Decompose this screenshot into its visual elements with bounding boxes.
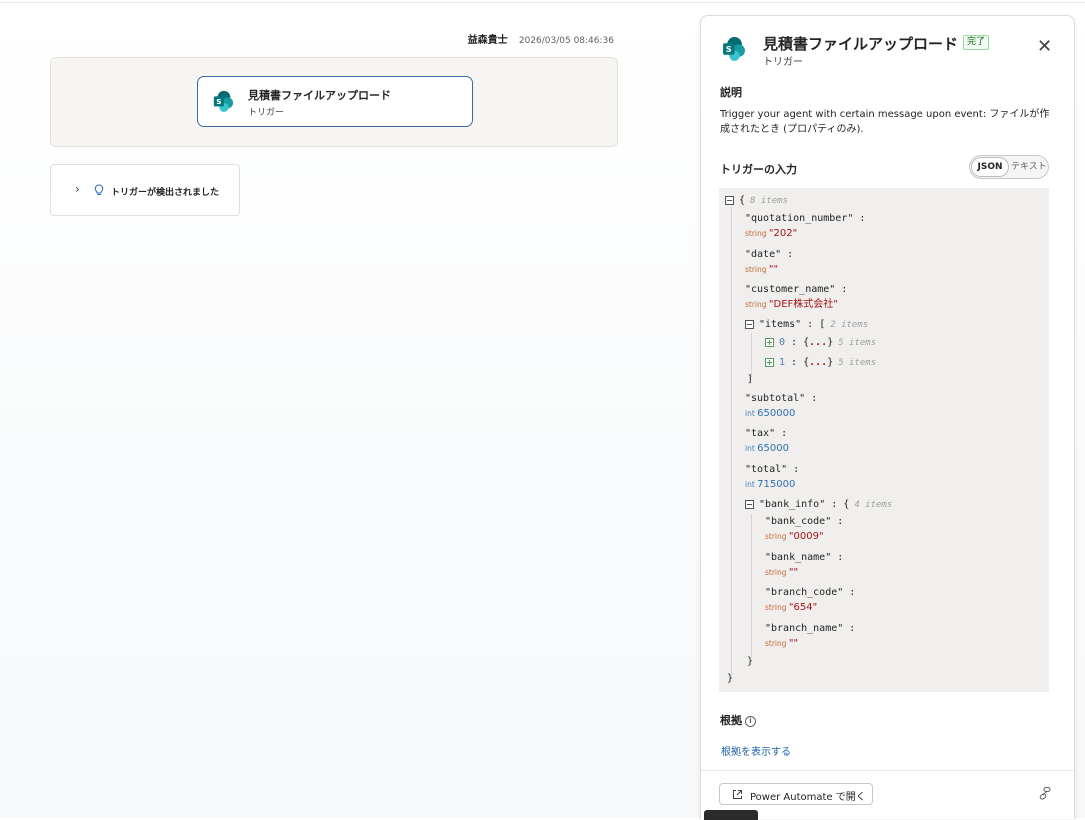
json-array-line: "items" : [2 items xyxy=(745,318,868,332)
json-value-line: int 65000 xyxy=(745,443,789,454)
top-divider xyxy=(0,2,1085,3)
tree-guide-line xyxy=(751,514,752,658)
trigger-detected-row[interactable]: › トリガーが検出されました xyxy=(50,164,240,216)
json-value-line: string "0009" xyxy=(765,531,824,542)
message-user: 益森貴士 xyxy=(467,35,508,46)
json-viewer: {8 items "quotation_number" : string "20… xyxy=(719,188,1049,692)
trigger-card[interactable]: S 見積書ファイルアップロード トリガー xyxy=(197,76,473,127)
trigger-card-title: 見積書ファイルアップロード xyxy=(248,89,391,102)
json-value-line: string "" xyxy=(745,264,779,275)
json-key: "customer_name" : xyxy=(745,284,848,295)
external-link-icon xyxy=(733,790,742,799)
json-value-line: string "" xyxy=(765,638,799,649)
json-key: "total" : xyxy=(745,464,800,475)
json-value-line: int 650000 xyxy=(745,408,796,419)
json-array-item: 0 : {...} 5 items xyxy=(765,336,876,350)
show-basis-link[interactable]: 根拠を表示する xyxy=(721,743,791,758)
collapse-icon[interactable] xyxy=(745,499,754,509)
close-icon[interactable]: ✕ xyxy=(1037,38,1052,56)
json-key: "bank_name" : xyxy=(765,552,844,563)
panel-title: 見積書ファイルアップロード xyxy=(763,35,959,53)
sharepoint-icon: S xyxy=(723,37,745,61)
expand-icon[interactable] xyxy=(765,337,774,347)
json-value-line: int 715000 xyxy=(745,479,796,490)
json-root-line: {8 items xyxy=(725,194,788,208)
message-bubble: S 見積書ファイルアップロード トリガー xyxy=(50,57,618,147)
description-heading: 説明 xyxy=(720,86,742,99)
open-power-automate-label: Power Automate で開く xyxy=(750,792,866,803)
copy-link-icon[interactable] xyxy=(1038,786,1052,800)
json-bracket: } xyxy=(727,673,734,684)
tooltip-stub xyxy=(704,810,758,820)
tree-guide-line xyxy=(731,207,732,675)
sharepoint-icon: S xyxy=(213,90,234,112)
status-badge: 完了 xyxy=(963,35,990,50)
panel-subtitle: トリガー xyxy=(763,57,803,68)
json-key: "tax" : xyxy=(745,428,788,439)
json-key: "bank_code" : xyxy=(765,516,844,527)
info-icon[interactable]: i xyxy=(745,716,756,727)
expand-icon[interactable] xyxy=(765,357,774,367)
collapse-icon[interactable] xyxy=(745,319,754,329)
json-object-line: "bank_info" : {4 items xyxy=(745,498,892,512)
json-key: "branch_name" : xyxy=(765,623,856,634)
collapse-icon[interactable] xyxy=(725,195,734,205)
json-key: "quotation_number" : xyxy=(745,213,866,224)
svg-text:S: S xyxy=(726,44,732,54)
trigger-detected-label: トリガーが検出されました xyxy=(111,188,220,198)
format-toggle: JSON テキスト xyxy=(969,155,1049,179)
svg-text:S: S xyxy=(216,97,221,106)
tree-guide-line xyxy=(751,333,752,377)
lightbulb-icon xyxy=(94,184,104,195)
trigger-details-panel: S 見積書ファイルアップロード 完了 トリガー ✕ 説明 Trigger you… xyxy=(700,15,1075,819)
message-meta: 益森貴士 2026/03/05 08:46:36 xyxy=(468,31,614,46)
trigger-card-subtitle: トリガー xyxy=(248,108,285,118)
json-toggle-option[interactable]: JSON xyxy=(971,157,1009,177)
inputs-heading: トリガーの入力 xyxy=(720,163,797,176)
json-key: "subtotal" : xyxy=(745,393,818,404)
chevron-right-icon[interactable]: › xyxy=(75,182,80,196)
footer-divider xyxy=(701,770,1074,771)
text-toggle-option[interactable]: テキスト xyxy=(1011,157,1047,177)
json-bracket: } xyxy=(747,656,754,667)
description-text: Trigger your agent with certain message … xyxy=(720,109,1050,135)
json-value-line: string "" xyxy=(765,567,799,578)
json-value-line: string "202" xyxy=(745,228,798,239)
json-key: "date" : xyxy=(745,249,794,260)
basis-heading: 根拠 i xyxy=(720,712,756,728)
json-value-line: string "654" xyxy=(765,602,818,613)
json-array-item: 1 : {...} 5 items xyxy=(765,356,876,370)
json-value-line: string "DEF株式会社" xyxy=(745,299,838,310)
basis-heading-label: 根拠 xyxy=(720,714,742,727)
json-bracket: ] xyxy=(747,374,754,385)
open-power-automate-button[interactable]: Power Automate で開く xyxy=(719,783,873,805)
json-key: "branch_code" : xyxy=(765,587,856,598)
message-timestamp: 2026/03/05 08:46:36 xyxy=(518,36,614,46)
